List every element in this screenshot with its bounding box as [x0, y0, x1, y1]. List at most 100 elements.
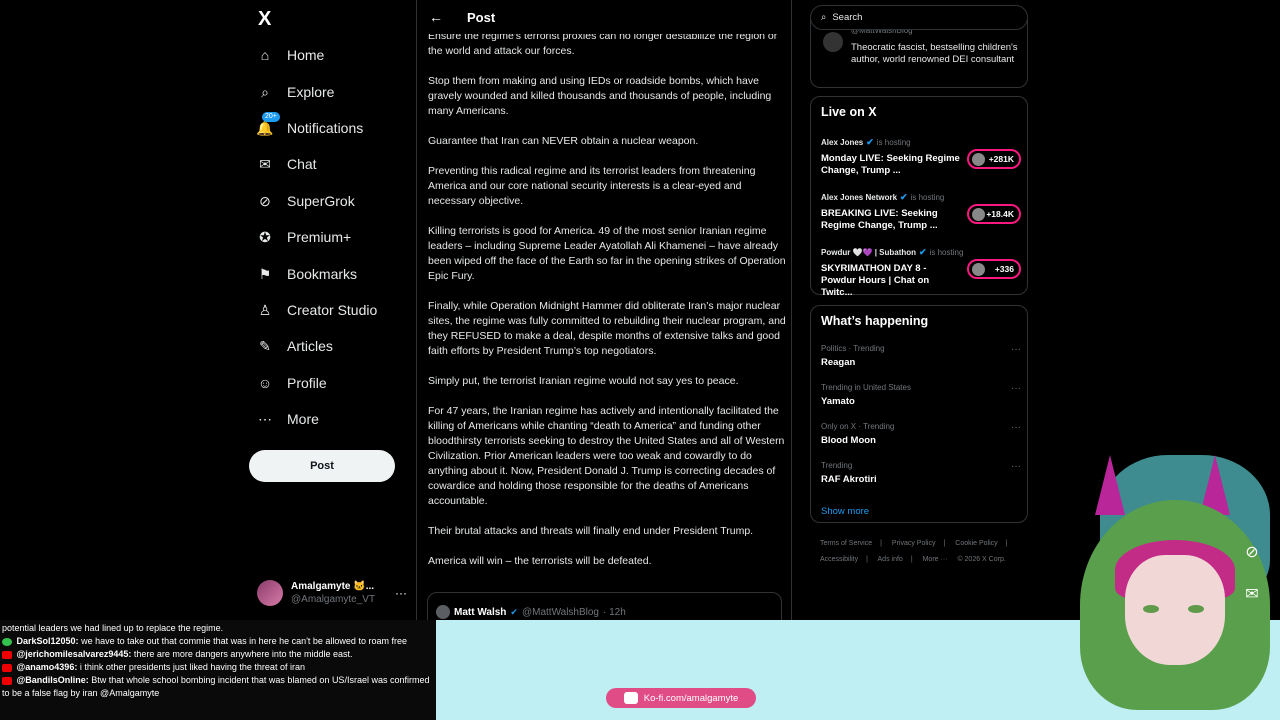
nav-item-explore[interactable]: ⌕ Explore [249, 77, 415, 107]
show-more-link[interactable]: Show more [821, 506, 869, 517]
chat-user: @BandilsOnline: [16, 675, 89, 685]
live-item[interactable]: Alex Jones ✔ is hosting Monday LIVE: See… [821, 137, 1021, 187]
trend-meta: Only on X · Trending [821, 422, 895, 431]
trend-item[interactable]: Trending in United States Yamato ··· [821, 383, 1021, 407]
host-name: Alex Jones [821, 138, 864, 147]
articles-icon: ✎ [259, 337, 271, 354]
avatar [257, 580, 283, 606]
avatar [972, 208, 985, 221]
whats-happening-card: What’s happening Politics · Trending Rea… [810, 305, 1028, 523]
nav-label: Creator Studio [287, 302, 378, 318]
post-body: Ensure the regime's terrorist proxies ca… [428, 29, 786, 584]
post-paragraph: For 47 years, the Iranian regime has act… [428, 405, 785, 507]
chat-text: potential leaders we had lined up to rep… [2, 623, 224, 633]
live-host: Powdur 🤍💜 | Subathon ✔ is hosting [821, 247, 1021, 258]
account-name: Amalgamyte 🐱... [291, 581, 375, 592]
quote-author-name: Matt Walsh [454, 606, 507, 618]
live-host: Alex Jones ✔ is hosting [821, 137, 1021, 148]
host-name: Alex Jones Network [821, 193, 898, 202]
nav-item-home[interactable]: ⌂ Home [249, 40, 415, 70]
verified-icon: ✔ [866, 137, 874, 147]
footer-separator: | [910, 556, 913, 563]
nav-item-creator-studio[interactable]: ♙ Creator Studio [249, 295, 415, 325]
live-listener-count[interactable]: +281K [967, 149, 1021, 169]
search-bar[interactable]: ⌕ Search [810, 5, 1028, 30]
more-dots-icon[interactable]: ··· [1011, 422, 1021, 433]
account-switcher[interactable]: Amalgamyte 🐱... @Amalgamyte_VT ··· [257, 576, 407, 610]
search-input[interactable]: Search [832, 12, 862, 23]
x-logo-icon[interactable]: X [258, 8, 271, 31]
search-icon: ⌕ [261, 83, 269, 100]
footer-link[interactable]: Cookie Policy [955, 540, 997, 547]
live-listener-count[interactable]: +18.4K [967, 204, 1021, 224]
chat-message: @anamo4396: i think other presidents jus… [2, 661, 436, 674]
nav-item-chat[interactable]: ✉ Chat [249, 149, 415, 179]
trend-item[interactable]: Only on X · Trending Blood Moon ··· [821, 422, 1021, 446]
youtube-icon [2, 663, 12, 672]
mail-icon: ✉ [259, 155, 271, 172]
post-paragraph: Killing terrorists is good for America. … [428, 225, 786, 282]
post-paragraph: Preventing this radical regime and its t… [428, 165, 756, 207]
nav-item-more[interactable]: ⋯ More [249, 404, 415, 434]
eye [1143, 605, 1159, 613]
live-title: Monday LIVE: Seeking Regime Change, Trum… [821, 153, 960, 176]
nav-item-supergrok[interactable]: ⊘ SuperGrok [249, 186, 415, 216]
post-paragraph: Simply put, the terrorist Iranian regime… [428, 375, 739, 387]
home-icon: ⌂ [260, 47, 270, 63]
trend-name: Blood Moon [821, 435, 876, 446]
more-icon: ⋯ [258, 410, 272, 427]
eye [1188, 605, 1204, 613]
avatar[interactable] [823, 32, 843, 52]
card-title: What’s happening [821, 314, 929, 328]
youtube-icon [2, 650, 12, 659]
trend-item[interactable]: Politics · Trending Reagan ··· [821, 344, 1021, 368]
grok-icon[interactable]: ⊘ [1240, 542, 1264, 566]
more-dots-icon[interactable]: ··· [1011, 344, 1021, 355]
youtube-icon [2, 676, 12, 685]
nav-item-notifications[interactable]: 🔔 20+ Notifications [249, 112, 415, 143]
more-dots-icon[interactable]: ··· [1011, 461, 1021, 472]
more-dots-icon[interactable]: ··· [1011, 383, 1021, 394]
footer-link[interactable]: Privacy Policy [892, 540, 936, 547]
post-paragraph: Guarantee that Iran can NEVER obtain a n… [428, 135, 699, 147]
chat-user: @jericho­milesalvarez9445: [16, 649, 132, 659]
live-on-x-card: Live on X Alex Jones ✔ is hosting Monday… [810, 96, 1028, 298]
quoted-post[interactable]: Matt Walsh ✔ @MattWalshBlog · 12h [427, 592, 782, 620]
kofi-banner: Ko-fi.com/amalgamyte [606, 688, 756, 708]
horn [1095, 455, 1125, 515]
hosting-label: is hosting [876, 138, 911, 147]
trend-meta: Trending in United States [821, 383, 911, 392]
kick-icon [2, 637, 12, 646]
trend-item[interactable]: Trending RAF Akrotiri ··· [821, 461, 1021, 485]
post-paragraph: Finally, while Operation Midnight Hammer… [428, 300, 786, 357]
footer-link[interactable]: Ads info [878, 556, 903, 563]
live-item[interactable]: Powdur 🤍💜 | Subathon ✔ is hosting SKYRIM… [821, 247, 1021, 298]
card-title: Live on X [821, 105, 877, 119]
nav-label: Premium+ [287, 229, 352, 245]
nav-item-profile[interactable]: ☺ Profile [249, 368, 415, 398]
avatar [436, 605, 450, 619]
live-listener-count[interactable]: +336 [967, 259, 1021, 279]
post-button[interactable]: Post [249, 450, 395, 482]
kofi-link: Ko-fi.com/amalgamyte [643, 692, 739, 704]
count-label: +18.4K [986, 209, 1014, 219]
hosting-label: is hosting [929, 248, 964, 257]
nav-item-articles[interactable]: ✎ Articles [249, 331, 415, 361]
post-paragraph: Their brutal attacks and threats will fi… [428, 525, 754, 537]
main-header: ← Post [417, 0, 791, 34]
left-navigation: X ⌂ Home ⌕ Explore 🔔 20+ Notifications ✉… [249, 0, 415, 620]
live-item[interactable]: Alex Jones Network ✔ is hosting BREAKING… [821, 192, 1021, 242]
verified-icon: ✔ [919, 247, 927, 257]
nav-label: Bookmarks [287, 266, 358, 282]
face [1125, 555, 1225, 665]
quote-author-handle: @MattWalshBlog [521, 606, 599, 618]
more-dots-icon[interactable]: ··· [395, 586, 407, 600]
nav-item-premium[interactable]: ✪ Premium+ [249, 222, 415, 252]
footer-link[interactable]: More ··· [923, 556, 948, 563]
nav-item-bookmarks[interactable]: ⚑ Bookmarks [249, 259, 415, 289]
footer-link[interactable]: Terms of Service [820, 540, 872, 547]
mail-icon[interactable]: ✉ [1240, 584, 1264, 608]
back-arrow-icon[interactable]: ← [429, 9, 443, 25]
footer-link[interactable]: Accessibility [820, 556, 858, 563]
post-paragraph: America will win – the terrorists will b… [428, 555, 652, 567]
